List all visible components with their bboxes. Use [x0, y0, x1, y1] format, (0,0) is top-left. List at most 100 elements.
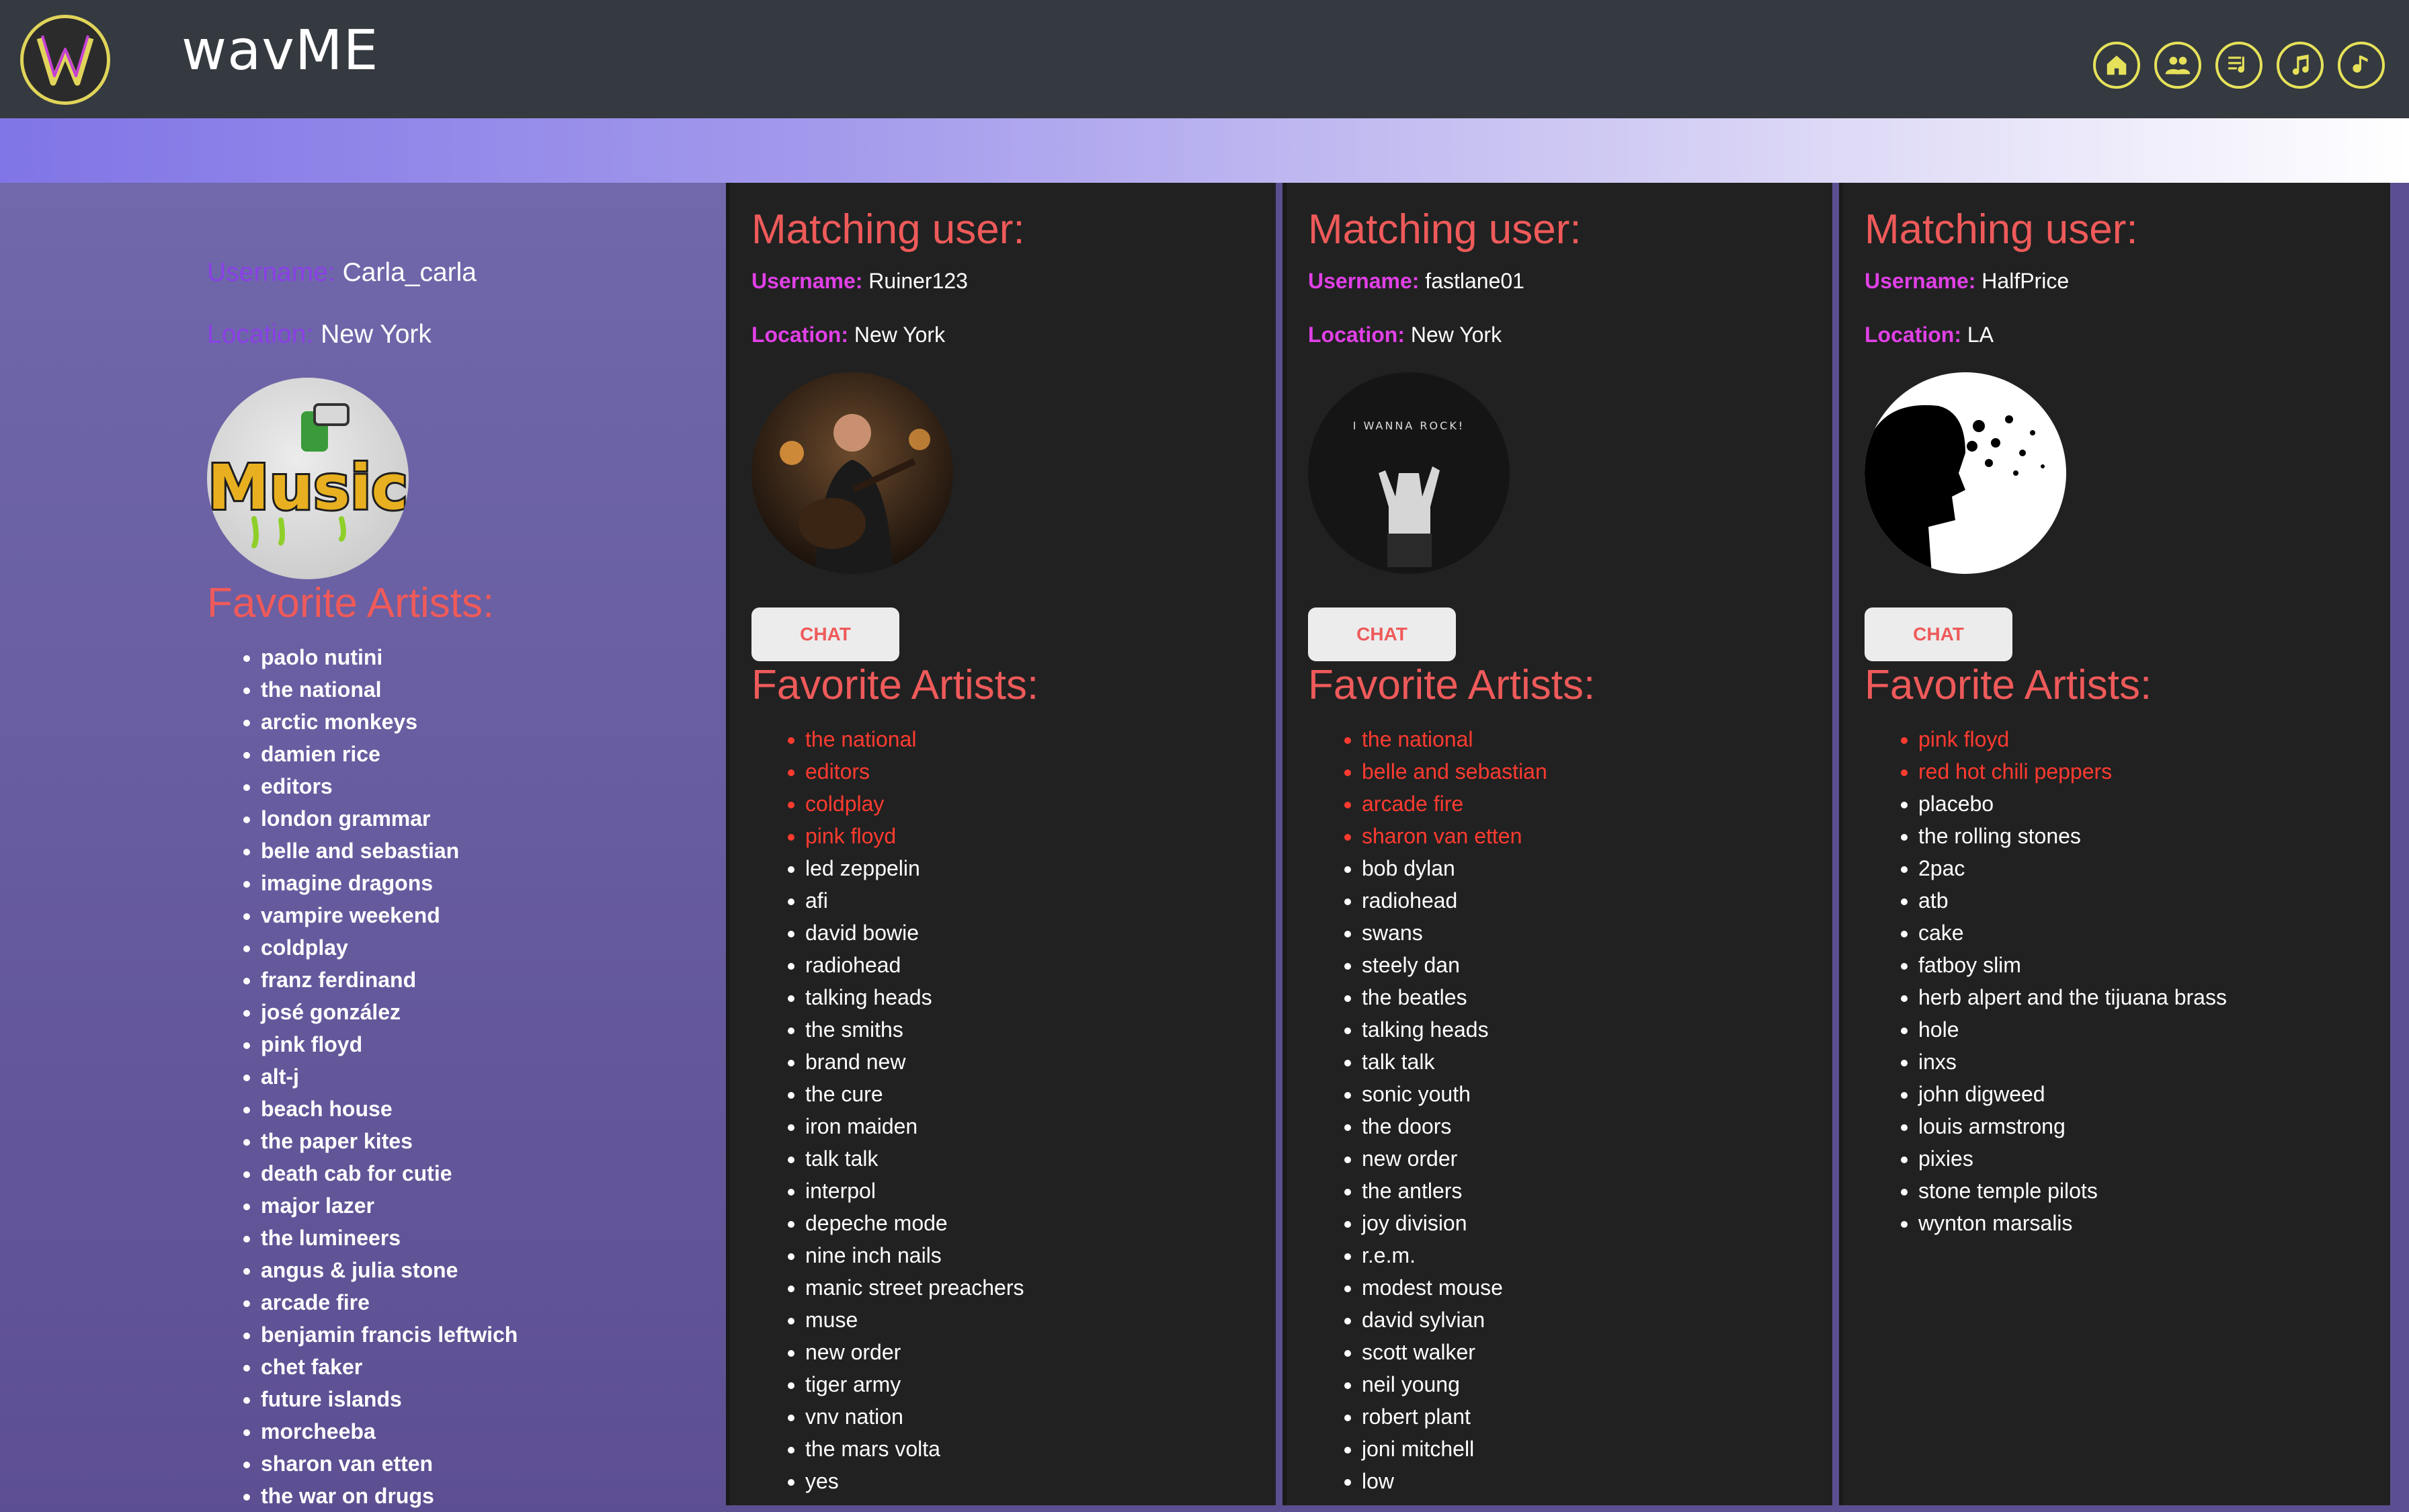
location-value: LA — [1967, 323, 1994, 347]
match-artist-list: the nationaleditorscoldplaypink floydled… — [751, 723, 1024, 1497]
match-title: Matching user: — [751, 206, 1025, 253]
location-value: New York — [1410, 323, 1502, 347]
artist-item: inxs — [1918, 1046, 2227, 1078]
artist-item: new order — [805, 1336, 1024, 1368]
artist-item: nine inch nails — [805, 1239, 1024, 1271]
artist-item: joni mitchell — [1362, 1433, 1547, 1465]
artist-item: talk talk — [1362, 1046, 1547, 1078]
artist-item: the antlers — [1362, 1175, 1547, 1207]
match-avatar[interactable] — [751, 372, 953, 574]
artist-item: the beatles — [1362, 981, 1547, 1013]
artist-item: joy division — [1362, 1207, 1547, 1239]
artist-item: neil young — [1362, 1368, 1547, 1400]
artist-item: talk talk — [805, 1142, 1024, 1175]
users-icon[interactable] — [2154, 42, 2201, 89]
artist-item: cake — [1918, 917, 2227, 949]
artist-item: david bowie — [805, 917, 1024, 949]
artist-item: talking heads — [1362, 1013, 1547, 1046]
match-card: Matching user: Username: fastlane01 Loca… — [1282, 183, 1832, 1505]
match-location: Location: New York — [751, 323, 945, 347]
artist-item: 2pac — [1918, 852, 2227, 884]
artist-item: chet faker — [261, 1351, 518, 1383]
logo-w-icon — [36, 35, 94, 86]
artist-item: sharon van etten — [261, 1447, 518, 1480]
match-avatar[interactable] — [1865, 372, 2066, 574]
common-artist-item: editors — [805, 755, 1024, 788]
match-username: Username: HalfPrice — [1865, 269, 2069, 294]
match-card: Matching user: Username: Ruiner123 Locat… — [726, 183, 1276, 1505]
chat-button[interactable]: CHAT — [1865, 607, 2012, 661]
artist-item: angus & julia stone — [261, 1254, 518, 1286]
artist-item: the national — [261, 673, 518, 706]
profile-avatar[interactable]: Music — [207, 378, 409, 579]
artist-item: the paper kites — [261, 1125, 518, 1157]
artist-item: steely dan — [1362, 949, 1547, 981]
username-value: Ruiner123 — [868, 269, 968, 293]
artist-item: herb alpert and the tijuana brass — [1918, 981, 2227, 1013]
common-artist-item: arcade fire — [1362, 788, 1547, 820]
match-card: Matching user: Username: HalfPrice Locat… — [1839, 183, 2390, 1505]
artist-item: benjamin francis leftwich — [261, 1318, 518, 1351]
music-note-icon[interactable] — [2338, 42, 2385, 89]
common-artist-item: the national — [1362, 723, 1547, 755]
common-artist-item: belle and sebastian — [1362, 755, 1547, 788]
profile-location: Location: New York — [207, 320, 432, 349]
artist-item: beach house — [261, 1093, 518, 1125]
playlist-icon[interactable] — [2215, 42, 2262, 89]
username-label: Username: — [751, 269, 863, 293]
artist-item: placebo — [1918, 788, 2227, 820]
artist-item: vampire weekend — [261, 899, 518, 931]
artist-item: arctic monkeys — [261, 706, 518, 738]
match-avatar[interactable]: I WANNA ROCK! — [1308, 372, 1510, 574]
artist-item: led zeppelin — [805, 852, 1024, 884]
artist-item: modest mouse — [1362, 1271, 1547, 1304]
common-artist-item: red hot chili peppers — [1918, 755, 2227, 788]
home-icon[interactable] — [2093, 42, 2140, 89]
common-artist-item: sharon van etten — [1362, 820, 1547, 852]
username-value: Carla_carla — [342, 258, 477, 287]
artist-item: the lumineers — [261, 1222, 518, 1254]
artist-item: josé gonzález — [261, 996, 518, 1028]
artist-item: low — [1362, 1465, 1547, 1497]
music-notes-icon[interactable] — [2277, 42, 2324, 89]
wavme-logo[interactable] — [20, 15, 110, 105]
chat-button[interactable]: CHAT — [751, 607, 899, 661]
artist-item: future islands — [261, 1383, 518, 1415]
artist-item: radiohead — [1362, 884, 1547, 917]
chat-button[interactable]: CHAT — [1308, 607, 1456, 661]
artist-item: death cab for cutie — [261, 1157, 518, 1189]
artist-item: belle and sebastian — [261, 835, 518, 867]
location-value: New York — [321, 320, 432, 349]
artist-item: r.e.m. — [1362, 1239, 1547, 1271]
artist-item: london grammar — [261, 802, 518, 835]
artist-item: the mars volta — [805, 1433, 1024, 1465]
artist-item: iron maiden — [805, 1110, 1024, 1142]
location-value: New York — [854, 323, 946, 347]
username-value: HalfPrice — [1982, 269, 2070, 293]
nav-icon-group — [2093, 42, 2385, 89]
artist-item: fatboy slim — [1918, 949, 2227, 981]
username-label: Username: — [207, 258, 335, 287]
location-label: Location: — [751, 323, 848, 347]
match-title: Matching user: — [1308, 206, 1582, 253]
common-artist-item: pink floyd — [805, 820, 1024, 852]
artist-item: brand new — [805, 1046, 1024, 1078]
artist-item: hole — [1918, 1013, 2227, 1046]
top-navbar: wavME — [0, 0, 2409, 118]
artist-item: pink floyd — [261, 1028, 518, 1060]
my-profile-panel: Username: Carla_carla Location: New York… — [0, 183, 726, 1508]
brand-title[interactable]: wavME — [181, 19, 378, 83]
artist-item: coldplay — [261, 931, 518, 964]
avatar-graffiti-text: Music — [208, 452, 408, 523]
profile-artist-list: paolo nutinithe nationalarctic monkeysda… — [207, 641, 518, 1512]
location-label: Location: — [1308, 323, 1405, 347]
artist-item: arcade fire — [261, 1286, 518, 1318]
artist-item: scott walker — [1362, 1336, 1547, 1368]
artist-item: atb — [1918, 884, 2227, 917]
common-artist-item: pink floyd — [1918, 723, 2227, 755]
match-username: Username: fastlane01 — [1308, 269, 1524, 294]
match-location: Location: LA — [1865, 323, 1994, 347]
guitarist-photo — [751, 372, 953, 574]
match-favorites-title: Favorite Artists: — [1865, 662, 2152, 708]
artist-item: editors — [261, 770, 518, 802]
